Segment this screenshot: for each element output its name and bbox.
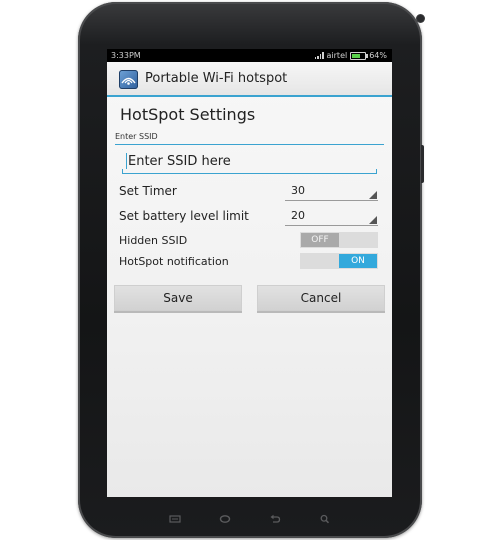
timer-label: Set Timer: [119, 184, 177, 198]
dropdown-corner-icon: [369, 191, 377, 199]
hotspot-app-icon[interactable]: [119, 70, 138, 89]
battery-limit-label: Set battery level limit: [119, 209, 249, 223]
app-title-bar: Portable Wi-Fi hotspot: [107, 62, 392, 97]
save-button[interactable]: Save: [114, 285, 242, 313]
hidden-ssid-label: Hidden SSID: [119, 234, 188, 247]
back-icon[interactable]: [269, 509, 281, 523]
hidden-ssid-toggle[interactable]: OFF: [300, 232, 378, 248]
screen: 3:33PM airtel 64% Portable Wi-Fi hotspot…: [107, 49, 392, 497]
app-title: Portable Wi-Fi hotspot: [145, 71, 288, 86]
carrier-name: airtel: [326, 51, 348, 60]
timer-value: 30: [291, 184, 305, 197]
hidden-ssid-state: OFF: [301, 233, 339, 247]
battery-fill: [352, 53, 361, 58]
notification-toggle[interactable]: ON: [300, 253, 378, 269]
page-title: HotSpot Settings: [120, 105, 256, 124]
battery-percent: 64%: [369, 51, 387, 60]
cancel-button[interactable]: Cancel: [257, 285, 385, 313]
timer-spinner[interactable]: 30: [285, 183, 378, 201]
spinner-underline: [285, 200, 378, 201]
menu-icon[interactable]: [169, 509, 181, 523]
search-icon[interactable]: [319, 509, 331, 524]
ssid-input[interactable]: [122, 150, 382, 172]
battery-limit-spinner[interactable]: 20: [285, 208, 378, 226]
ssid-input-underline: [122, 169, 377, 174]
notification-label: HotSpot notification: [119, 255, 229, 268]
status-time: 3:33PM: [111, 51, 141, 60]
light-sensor: [400, 17, 403, 20]
status-bar: 3:33PM airtel 64%: [107, 49, 392, 62]
text-caret: [126, 153, 127, 169]
spinner-underline: [285, 225, 378, 226]
home-icon[interactable]: [219, 509, 231, 523]
battery-limit-value: 20: [291, 209, 305, 222]
signal-icon: [314, 52, 324, 59]
battery-icon: [350, 51, 369, 60]
status-right-group: airtel 64%: [314, 49, 387, 62]
front-camera-icon: [417, 15, 424, 22]
side-button[interactable]: [421, 145, 424, 183]
notification-state: ON: [339, 254, 377, 268]
ssid-label: Enter SSID: [115, 132, 158, 141]
dropdown-corner-icon: [369, 216, 377, 224]
ssid-label-divider: [115, 144, 384, 145]
